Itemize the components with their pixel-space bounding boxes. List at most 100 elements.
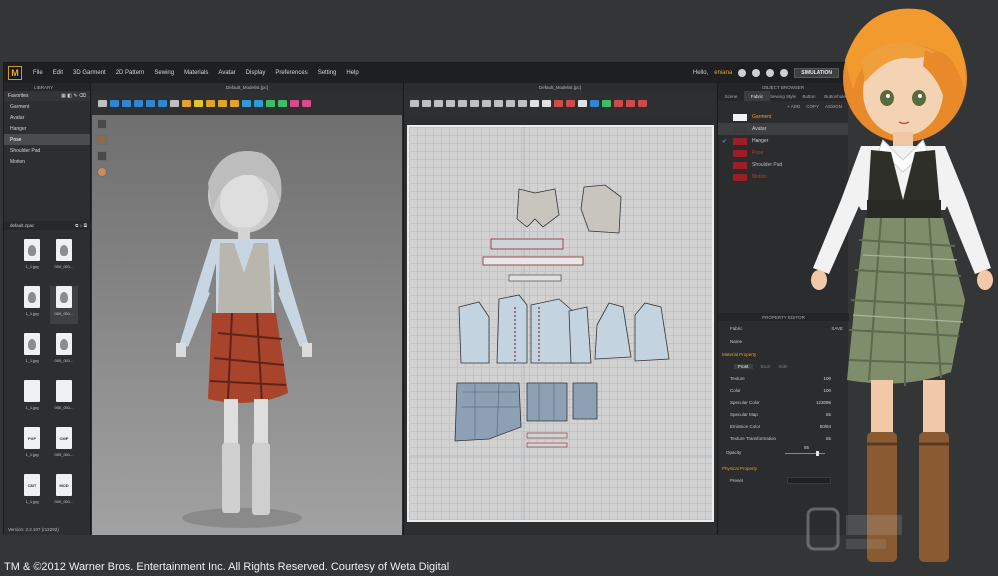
menu-avatar[interactable]: Avatar: [213, 70, 240, 76]
help-icon[interactable]: [780, 69, 789, 77]
fold-tool-icon[interactable]: [122, 99, 131, 107]
pins-icon[interactable]: [578, 99, 587, 107]
library-thumbnail[interactable]: MOD 000_001...: [50, 474, 78, 512]
fold-sewing-icon[interactable]: [566, 99, 575, 107]
mesh-icon[interactable]: [254, 99, 263, 107]
library-thumbnail[interactable]: 000_001...: [50, 239, 78, 277]
face-tab-side[interactable]: Side: [779, 364, 788, 369]
library-item-hanger[interactable]: Hanger: [4, 123, 90, 134]
fabric-swatch[interactable]: [733, 149, 747, 157]
avatar-pose-icon[interactable]: [182, 99, 191, 107]
rectangle-icon[interactable]: [446, 99, 455, 107]
internal-line-icon[interactable]: [482, 99, 491, 107]
fabric-swatch[interactable]: [733, 161, 747, 169]
chat-icon[interactable]: [752, 69, 761, 77]
tack-tool-icon[interactable]: [134, 99, 143, 107]
menu-help[interactable]: Help: [341, 70, 363, 76]
library-thumbnail[interactable]: PXP 1_1.jpg: [18, 427, 46, 465]
free-sewing-icon[interactable]: [542, 99, 551, 107]
library-item-avatar[interactable]: Avatar: [4, 112, 90, 123]
face-preview-icon: [60, 291, 68, 303]
thumbnail-label: 1_1.jpg: [25, 405, 39, 410]
ellipse-icon[interactable]: [470, 99, 479, 107]
fabric-swatch[interactable]: [733, 137, 747, 145]
library-thumbnail[interactable]: 1_1.jpg: [18, 333, 46, 371]
fabric-swatch[interactable]: [733, 113, 747, 121]
trace-icon[interactable]: [506, 99, 515, 107]
library-thumbnail[interactable]: 000_001...: [50, 380, 78, 418]
library-tools-icon[interactable]: ▦ ◧ ✎ ⌫: [61, 93, 86, 99]
edit-curve-icon[interactable]: [434, 99, 443, 107]
library-thumbnail[interactable]: 1_1.jpg: [18, 286, 46, 324]
select-tool-icon[interactable]: [98, 99, 107, 107]
menu-edit[interactable]: Edit: [48, 70, 68, 76]
avatar-skin-icon[interactable]: [97, 135, 107, 145]
zoom-icon[interactable]: [590, 99, 599, 107]
library-thumbnail[interactable]: CMT 1_1.jpg: [18, 474, 46, 512]
library-item-pose[interactable]: Pose: [4, 134, 90, 145]
tab-fabric[interactable]: Fabric: [744, 91, 770, 101]
texture-icon[interactable]: [242, 99, 251, 107]
texture-label: Texture: [730, 376, 745, 381]
username-text[interactable]: eniana: [714, 70, 732, 76]
library-thumbnail[interactable]: 000_001...: [50, 333, 78, 371]
3d-avatar-model[interactable]: [162, 143, 332, 533]
edit-point-icon[interactable]: [422, 99, 431, 107]
fabric-swatch[interactable]: [733, 173, 747, 181]
folder-tools-icon[interactable]: ⧉ ⌂ ▤: [75, 223, 91, 228]
menu-2d-pattern[interactable]: 2D Pattern: [111, 70, 150, 76]
pin-tool-icon[interactable]: [146, 99, 155, 107]
segment-sewing-icon[interactable]: [530, 99, 539, 107]
fit-view-icon[interactable]: [602, 99, 611, 107]
move-tool-icon[interactable]: [110, 99, 119, 107]
menu-display[interactable]: Display: [241, 70, 271, 76]
fit-map-icon[interactable]: [290, 99, 299, 107]
menu-file[interactable]: File: [28, 70, 48, 76]
library-thumbnail[interactable]: 1_1.jpg: [18, 380, 46, 418]
menu-sewing[interactable]: Sewing: [149, 70, 179, 76]
settings-icon[interactable]: [766, 69, 775, 77]
avatar-display-icon[interactable]: [206, 99, 215, 107]
document-file-icon: [56, 380, 72, 402]
tab-sewing-style[interactable]: Sewing Style: [770, 91, 796, 101]
xray-icon[interactable]: [218, 99, 227, 107]
face-tab-back[interactable]: Back: [761, 364, 771, 369]
seam-line-icon[interactable]: [614, 99, 623, 107]
tab-scene[interactable]: Scene: [718, 91, 744, 101]
library-thumbnail[interactable]: 1_1.jpg: [18, 239, 46, 277]
menu-preferences[interactable]: Preferences: [270, 70, 312, 76]
fabric-swatch[interactable]: [733, 125, 747, 133]
menu-3d-garment[interactable]: 3D Garment: [68, 70, 111, 76]
2d-toolbar: [404, 91, 716, 115]
face-tab-front[interactable]: Front: [734, 364, 753, 369]
notch-icon[interactable]: [626, 99, 635, 107]
library-item-garment[interactable]: Garment: [4, 101, 90, 112]
pattern-canvas[interactable]: [407, 125, 714, 522]
camera-icon[interactable]: [97, 119, 107, 129]
strain-map-icon[interactable]: [266, 99, 275, 107]
3d-viewport[interactable]: Default_Modelist.[pc]: [92, 83, 402, 535]
color-label: Color: [730, 388, 741, 393]
library-thumbnail[interactable]: CMP 000_001...: [50, 427, 78, 465]
library-item-motion[interactable]: Motion: [4, 156, 90, 167]
menu-setting[interactable]: Setting: [313, 70, 342, 76]
hanger-icon[interactable]: [97, 151, 107, 161]
stress-map-icon[interactable]: [278, 99, 287, 107]
arrange-tool-icon[interactable]: [158, 99, 167, 107]
sphere-icon[interactable]: [97, 167, 107, 177]
light-icon[interactable]: [194, 99, 203, 107]
transform-pattern-icon[interactable]: [410, 99, 419, 107]
library-item-shoulder-pad[interactable]: Shoulder Pad: [4, 145, 90, 156]
pressure-map-icon[interactable]: [302, 99, 311, 107]
skeleton-icon[interactable]: [230, 99, 239, 107]
user-icon[interactable]: [738, 69, 747, 77]
measure-tool-icon[interactable]: [170, 99, 179, 107]
library-thumbnail[interactable]: 000_001...: [50, 286, 78, 324]
dart-icon[interactable]: [494, 99, 503, 107]
menu-materials[interactable]: Materials: [179, 70, 213, 76]
texture-edit-icon[interactable]: [518, 99, 527, 107]
edit-sewing-icon[interactable]: [554, 99, 563, 107]
button-tool-icon[interactable]: [638, 99, 647, 107]
favorites-label[interactable]: Favorites: [8, 93, 29, 99]
polygon-icon[interactable]: [458, 99, 467, 107]
